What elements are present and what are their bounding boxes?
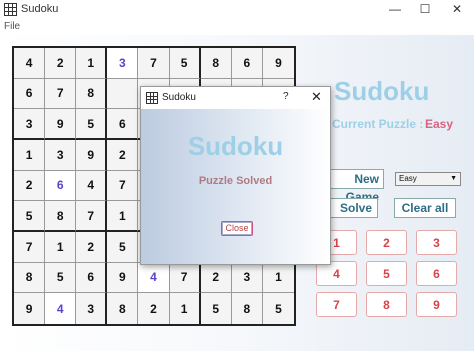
dialog-message: Puzzle Solved: [198, 175, 273, 187]
grid-cell[interactable]: 2: [200, 262, 232, 294]
sudoku-app-icon: [4, 3, 17, 16]
grid-cell[interactable]: 9: [76, 139, 108, 171]
window-title: Sudoku: [21, 3, 59, 15]
numpad-key-8[interactable]: 8: [366, 292, 407, 317]
grid-cell[interactable]: 8: [200, 48, 232, 79]
grid-cell[interactable]: 9: [262, 48, 294, 79]
grid-cell[interactable]: [107, 78, 139, 110]
numpad-key-9[interactable]: 9: [416, 292, 457, 317]
grid-cell[interactable]: 1: [169, 293, 201, 324]
grid-cell[interactable]: 8: [76, 78, 108, 110]
grid-cell[interactable]: 6: [76, 262, 108, 294]
grid-cell[interactable]: 1: [76, 48, 108, 79]
grid-cell[interactable]: 6: [107, 109, 139, 140]
grid-cell[interactable]: 1: [45, 231, 77, 263]
grid-cell[interactable]: 7: [169, 262, 201, 294]
menu-bar: File: [0, 20, 474, 35]
grid-cell[interactable]: 4: [76, 170, 108, 202]
grid-cell[interactable]: 5: [107, 231, 139, 263]
current-puzzle-label: Current Puzzle :: [332, 117, 424, 131]
app-heading: Sudoku: [334, 76, 430, 106]
dialog-close-button[interactable]: Close: [221, 221, 253, 236]
grid-cell[interactable]: 4: [138, 262, 170, 294]
title-bar: Sudoku — ☐ ✕: [0, 0, 474, 20]
grid-cell[interactable]: 1: [107, 201, 139, 232]
grid-cell[interactable]: 7: [107, 170, 139, 202]
grid-cell[interactable]: 8: [14, 262, 46, 294]
grid-cell[interactable]: 1: [262, 262, 294, 294]
grid-cell[interactable]: 5: [76, 109, 108, 140]
grid-cell[interactable]: 5: [14, 201, 46, 232]
sudoku-dialog-icon: [146, 92, 158, 104]
menu-file[interactable]: File: [4, 21, 20, 32]
grid-cell[interactable]: 9: [107, 262, 139, 294]
numpad-key-2[interactable]: 2: [366, 230, 407, 255]
grid-cell[interactable]: 8: [231, 293, 263, 324]
dialog-title: Sudoku: [162, 92, 196, 103]
grid-cell[interactable]: 2: [138, 293, 170, 324]
grid-cell[interactable]: 8: [107, 293, 139, 324]
grid-cell[interactable]: 4: [45, 293, 77, 324]
numpad-key-5[interactable]: 5: [366, 261, 407, 286]
numpad-key-7[interactable]: 7: [316, 292, 357, 317]
grid-cell[interactable]: 6: [14, 78, 46, 110]
new-game-button[interactable]: New Game: [326, 169, 384, 204]
chevron-down-icon: ▼: [450, 175, 457, 182]
grid-cell[interactable]: 4: [14, 48, 46, 79]
number-pad: 1 2 3 4 5 6 7 8 9: [316, 230, 457, 320]
grid-cell[interactable]: 2: [76, 231, 108, 263]
grid-cell[interactable]: 1: [14, 139, 46, 171]
grid-cell[interactable]: 2: [107, 139, 139, 171]
dialog-title-bar: Sudoku ? ✕: [141, 87, 330, 109]
difficulty-select[interactable]: Easy ▼: [395, 172, 461, 186]
grid-cell[interactable]: 5: [200, 293, 232, 324]
grid-cell[interactable]: 3: [76, 293, 108, 324]
grid-cell[interactable]: 7: [138, 48, 170, 79]
difficulty-value: Easy: [399, 174, 417, 183]
clear-all-button[interactable]: Clear all: [394, 198, 456, 218]
grid-cell[interactable]: 9: [14, 293, 46, 324]
dialog-heading: Sudoku: [187, 131, 284, 161]
numpad-key-3[interactable]: 3: [416, 230, 457, 255]
grid-cell[interactable]: 3: [45, 139, 77, 171]
grid-cell[interactable]: 5: [169, 48, 201, 79]
grid-cell[interactable]: 2: [14, 170, 46, 202]
grid-cell[interactable]: 6: [45, 170, 77, 202]
grid-cell[interactable]: 3: [231, 262, 263, 294]
grid-cell[interactable]: 7: [14, 231, 46, 263]
grid-cell[interactable]: 3: [14, 109, 46, 140]
grid-cell[interactable]: 6: [231, 48, 263, 79]
solve-button[interactable]: Solve: [328, 198, 378, 218]
grid-cell[interactable]: 5: [45, 262, 77, 294]
grid-cell[interactable]: 3: [107, 48, 139, 79]
grid-cell[interactable]: 9: [45, 109, 77, 140]
maximize-button[interactable]: ☐: [410, 1, 440, 18]
minimize-button[interactable]: —: [380, 1, 410, 18]
numpad-key-6[interactable]: 6: [416, 261, 457, 286]
grid-cell[interactable]: 7: [76, 201, 108, 232]
puzzle-solved-dialog: Sudoku ? ✕ Sudoku Puzzle Solved Close: [140, 86, 331, 265]
dialog-help-button[interactable]: ?: [283, 91, 289, 102]
grid-cell[interactable]: 5: [262, 293, 294, 324]
dialog-body: Sudoku Puzzle Solved Close: [141, 109, 330, 264]
grid-cell[interactable]: 7: [45, 78, 77, 110]
grid-cell[interactable]: 8: [45, 201, 77, 232]
grid-cell[interactable]: 2: [45, 48, 77, 79]
dialog-close-icon[interactable]: ✕: [311, 89, 322, 105]
close-button[interactable]: ✕: [442, 1, 472, 18]
current-puzzle-value: Easy: [425, 117, 454, 131]
